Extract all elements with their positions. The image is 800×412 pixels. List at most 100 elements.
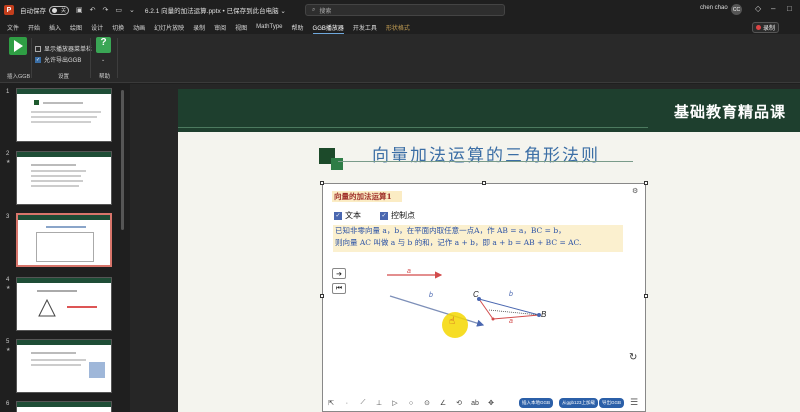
slide-thumbnail-1[interactable]	[16, 88, 112, 142]
thumb-line	[31, 175, 81, 177]
autosave-toggle[interactable]: 关	[49, 5, 69, 15]
menu-transitions[interactable]: 切换	[112, 23, 124, 32]
move-tool-icon[interactable]: ⇱	[325, 398, 337, 409]
move-view-tool-icon[interactable]: ✥	[485, 398, 497, 409]
angle-tool-icon[interactable]: ∠	[437, 398, 449, 409]
resize-handle[interactable]	[320, 294, 324, 298]
thumb-header	[17, 340, 111, 345]
vector-b-arrow[interactable]	[389, 295, 485, 327]
option-show-menubar[interactable]: 显示播放器菜单栏	[35, 44, 92, 53]
document-title[interactable]: 6.2.1 向量的加法运算.pptx • 已保存到此台电脑 ⌄	[145, 5, 286, 15]
maximize-icon[interactable]: □	[787, 4, 792, 13]
circle-tool-icon[interactable]: ○	[405, 398, 417, 409]
title-decor-square	[331, 158, 343, 170]
slide-header-band: 基础教育精品课	[178, 89, 800, 132]
segment-AB	[492, 314, 540, 320]
resize-handle[interactable]	[482, 181, 486, 185]
insert-local-ggb-button[interactable]: 插入本地GGB	[519, 398, 554, 408]
reflect-tool-icon[interactable]: ⟲	[453, 398, 465, 409]
hamburger-menu-icon[interactable]: ☰	[630, 397, 638, 408]
resize-handle[interactable]	[320, 181, 324, 185]
slide-thumbnail-6[interactable]	[16, 401, 112, 412]
thumb-line	[31, 364, 81, 366]
export-ggb-button[interactable]: 导出GGB	[599, 398, 625, 408]
menu-file[interactable]: 文件	[7, 23, 19, 32]
checkbox-unchecked-icon	[35, 45, 41, 52]
record-button[interactable]: 录制	[752, 22, 779, 33]
redo-icon[interactable]: ↷	[103, 6, 109, 14]
resize-handle[interactable]	[644, 181, 648, 185]
search-input[interactable]: ⌕ 搜索	[305, 4, 505, 16]
menu-ggb-player[interactable]: GGB播放器	[312, 23, 345, 35]
search-icon: ⌕	[312, 6, 316, 13]
slide-thumbnail-2[interactable]	[16, 151, 112, 205]
option-allow-export-label: 允许导出GGB	[44, 58, 82, 64]
thumbnail-scrollbar[interactable]	[121, 90, 124, 230]
geogebra-applet[interactable]: 向量的加法运算1 ⚙ ✓ 文本 ✓ 控制点 已知非零向量 a，b，在平面内取任意一点…	[322, 183, 646, 412]
menu-mathtype[interactable]: MathType	[256, 24, 282, 30]
group-label-insert: 插入GGB	[7, 74, 31, 80]
thumb-number: 2	[6, 151, 10, 157]
menu-slideshow[interactable]: 幻灯片放映	[154, 23, 184, 32]
ribbon-separator	[31, 38, 32, 78]
menu-animations[interactable]: 动画	[133, 23, 145, 32]
menu-insert[interactable]: 插入	[49, 23, 61, 32]
menu-help[interactable]: 帮助	[292, 23, 304, 32]
ribbon: 显示播放器菜单栏 ✓ 允许导出GGB ? ⌄ 插入GGB 设置 帮助	[0, 34, 800, 83]
header-rule	[178, 127, 648, 128]
group-label-help: 帮助	[99, 74, 111, 80]
thumb-header	[17, 278, 111, 283]
thumb-number: 5	[6, 339, 10, 345]
thumb-line	[31, 185, 79, 187]
thumb-line	[46, 226, 86, 228]
menu-review[interactable]: 审阅	[214, 23, 226, 32]
avatar[interactable]: CC	[731, 4, 742, 15]
insert-ggb-button[interactable]	[9, 37, 27, 55]
menu-developer[interactable]: 开发工具	[353, 23, 377, 32]
autosave-state: 关	[60, 7, 66, 14]
ellipse-tool-icon[interactable]: ⊙	[421, 398, 433, 409]
slide-thumbnail-3[interactable]	[16, 213, 112, 267]
vector-construction	[387, 271, 541, 327]
diamond-icon[interactable]: ◇	[755, 4, 761, 13]
play-icon	[14, 40, 23, 52]
menu-draw[interactable]: 绘图	[70, 23, 82, 32]
help-button[interactable]: ?	[96, 37, 111, 53]
option-allow-export[interactable]: ✓ 允许导出GGB	[35, 55, 81, 64]
thumb-header	[17, 402, 111, 407]
menu-view[interactable]: 视图	[235, 23, 247, 32]
thumb-triangle	[38, 298, 56, 317]
menu-record[interactable]: 录制	[193, 23, 205, 32]
thumb-number: 6	[6, 401, 10, 407]
thumb-line	[43, 102, 83, 104]
customize-qat-icon[interactable]: ⌄	[129, 6, 135, 14]
refresh-icon[interactable]: ↻	[629, 352, 637, 363]
slider-tool-icon[interactable]: ab	[469, 398, 481, 409]
minimize-icon[interactable]: –	[771, 4, 775, 13]
thumb-number: 3	[6, 214, 10, 220]
menu-design[interactable]: 设计	[91, 23, 103, 32]
label-vector-b2: b	[509, 291, 513, 298]
undo-icon[interactable]: ↶	[90, 6, 96, 14]
user-name[interactable]: chen chao	[700, 5, 728, 11]
point-tool-icon[interactable]: ∙	[341, 398, 353, 409]
resize-handle[interactable]	[644, 294, 648, 298]
slide: 基础教育精品课 向量加法运算的三角形法则 向量的加法运算1 ⚙ ✓ 文本 ✓ 控制点…	[178, 89, 800, 412]
slide-thumbnail-4[interactable]	[16, 277, 112, 331]
thumb-decor	[34, 100, 39, 105]
line-tool-icon[interactable]: ⟋	[357, 398, 369, 409]
point-A[interactable]	[491, 317, 495, 321]
slide-title[interactable]: 向量加法运算的三角形法则	[372, 141, 600, 166]
menu-home[interactable]: 开始	[28, 23, 40, 32]
slide-thumbnail-5[interactable]	[16, 339, 112, 393]
thumb-line	[67, 306, 97, 308]
present-icon[interactable]: ▭	[115, 6, 122, 14]
save-icon[interactable]: ▣	[76, 6, 83, 14]
polygon-tool-icon[interactable]: ▷	[389, 398, 401, 409]
load-from-ggb123-button[interactable]: 从ggb123上加载	[559, 398, 599, 408]
menu-shape-format[interactable]: 形状格式	[386, 23, 410, 32]
perpendicular-tool-icon[interactable]: ⊥	[373, 398, 385, 409]
help-caret-icon[interactable]: ⌄	[101, 57, 105, 63]
animation-star-icon: ★	[6, 159, 11, 165]
thumb-line	[31, 121, 91, 123]
